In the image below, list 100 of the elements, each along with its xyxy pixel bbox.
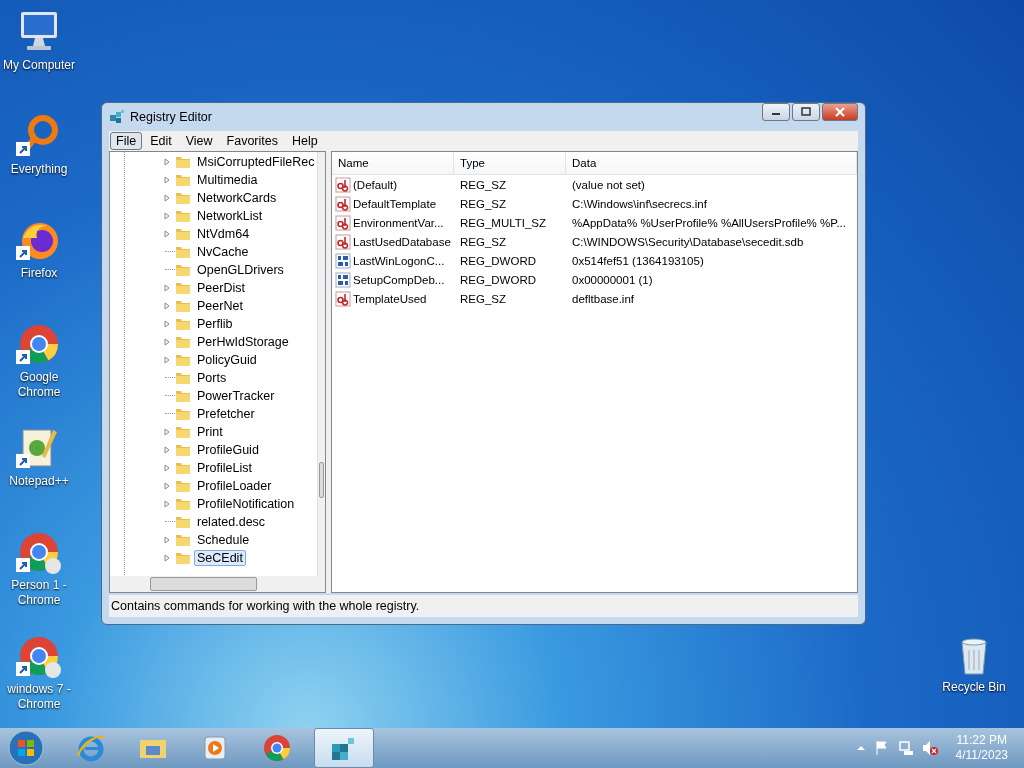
tree-item[interactable]: ProfileGuid [194,442,262,458]
expand-arrow-icon[interactable] [163,338,171,346]
status-text: Contains commands for working with the whole registry. [111,599,420,613]
vertical-scrollbar[interactable] [317,152,325,576]
expand-arrow-icon[interactable] [163,230,171,238]
tree-item[interactable]: PowerTracker [194,388,278,404]
value-type: REG_DWORD [459,254,538,267]
expand-arrow-icon[interactable] [163,212,171,220]
window-title: Registry Editor [130,110,212,124]
expand-arrow-icon[interactable] [163,482,171,490]
chrome-icon [261,732,293,764]
string-value-icon [335,233,351,250]
folder-icon [175,208,191,224]
tree-item[interactable]: PerHwIdStorage [194,334,292,350]
flag-icon[interactable] [873,740,890,756]
expand-arrow-icon[interactable] [163,500,171,508]
minimize-button[interactable] [762,103,790,121]
tree-item[interactable]: Schedule [194,532,253,548]
menu-item[interactable]: Favorites [220,132,284,150]
binary-value-icon [335,252,351,269]
start-button[interactable] [6,728,46,768]
tree-item[interactable]: PeerDist [194,280,248,296]
expand-arrow-icon[interactable] [163,554,171,562]
string-value-icon [335,195,351,212]
value-name[interactable]: (Default) [353,178,398,191]
value-type: REG_MULTI_SZ [459,216,548,229]
folder-icon [175,514,191,530]
value-name[interactable]: LastUsedDatabase [353,235,451,248]
tree-item[interactable]: related.desc [194,514,269,530]
value-type: REG_SZ [459,197,507,210]
tree-item[interactable]: Perflib [194,316,236,332]
show-hidden-icons-button[interactable] [855,743,866,753]
value-type: REG_SZ [459,292,507,305]
folder-icon [175,244,191,260]
tree-item[interactable]: NetworkCards [194,190,280,206]
menu-item[interactable]: File [110,132,143,150]
binary-value-icon [335,271,351,288]
tree-item[interactable]: OpenGLDrivers [194,262,287,278]
value-name[interactable]: SetupCompDeb... [353,273,445,286]
value-name[interactable]: DefaultTemplate [353,197,437,210]
tree-item[interactable]: Prefetcher [194,406,258,422]
column-header[interactable]: Type [454,152,566,174]
value-name[interactable]: TemplateUsed [353,292,427,305]
folder-icon [175,496,191,512]
tree-item[interactable]: NtVdm64 [194,226,253,242]
value-data: defltbase.inf [571,292,635,305]
expand-arrow-icon[interactable] [163,356,171,364]
value-type: REG_SZ [459,178,507,191]
tree-item[interactable]: ProfileList [194,460,255,476]
value-type: REG_SZ [459,235,507,248]
expand-arrow-icon[interactable] [163,158,171,166]
folder-icon [175,460,191,476]
folder-icon [175,316,191,332]
expand-arrow-icon[interactable] [163,176,171,184]
menu-item[interactable]: Help [286,132,324,150]
regedit-taskbar-button[interactable] [314,728,374,768]
volume-muted-icon[interactable] [921,740,938,756]
folder-icon [175,478,191,494]
tree-item[interactable]: SeCEdit [194,550,246,566]
tree-item[interactable]: ProfileNotification [194,496,298,512]
folder-icon [175,280,191,296]
tree-item[interactable]: Print [194,424,226,440]
folder-icon [175,262,191,278]
tree-item[interactable]: NvCache [194,244,252,260]
expand-arrow-icon[interactable] [163,464,171,472]
expand-arrow-icon[interactable] [163,446,171,454]
tree-item[interactable]: NetworkList [194,208,266,224]
expand-arrow-icon[interactable] [163,320,171,328]
menu-item[interactable]: View [179,132,219,150]
column-header[interactable]: Name [332,152,454,174]
maximize-button[interactable] [792,103,820,121]
folder-icon [175,532,191,548]
column-header[interactable]: Data [566,152,857,174]
network-icon[interactable] [897,740,914,756]
folder-icon [175,370,191,386]
expand-arrow-icon[interactable] [163,428,171,436]
value-type: REG_DWORD [459,273,538,286]
expand-arrow-icon[interactable] [163,194,171,202]
horizontal-scrollbar[interactable] [110,576,325,592]
folder-icon [175,334,191,350]
tree-item[interactable]: Ports [194,370,230,386]
expand-arrow-icon[interactable] [163,284,171,292]
tree-item[interactable]: Multimedia [194,172,261,188]
folder-icon [175,388,191,404]
folder-icon [175,424,191,440]
value-name[interactable]: EnvironmentVar... [353,216,444,229]
tree-item[interactable]: PolicyGuid [194,352,260,368]
tree-item[interactable]: MsiCorruptedFileRec [194,154,318,170]
string-value-icon [335,176,351,193]
value-name[interactable]: LastWinLogonC... [353,254,445,267]
folder-icon [175,352,191,368]
close-button[interactable] [822,103,858,121]
expand-arrow-icon[interactable] [163,302,171,310]
folder-icon [175,172,191,188]
menu-item[interactable]: Edit [144,132,178,150]
expand-arrow-icon[interactable] [163,536,171,544]
tree-item[interactable]: PeerNet [194,298,246,314]
folder-icon [175,406,191,422]
registry-icon [109,109,125,125]
tree-item[interactable]: ProfileLoader [194,478,275,494]
